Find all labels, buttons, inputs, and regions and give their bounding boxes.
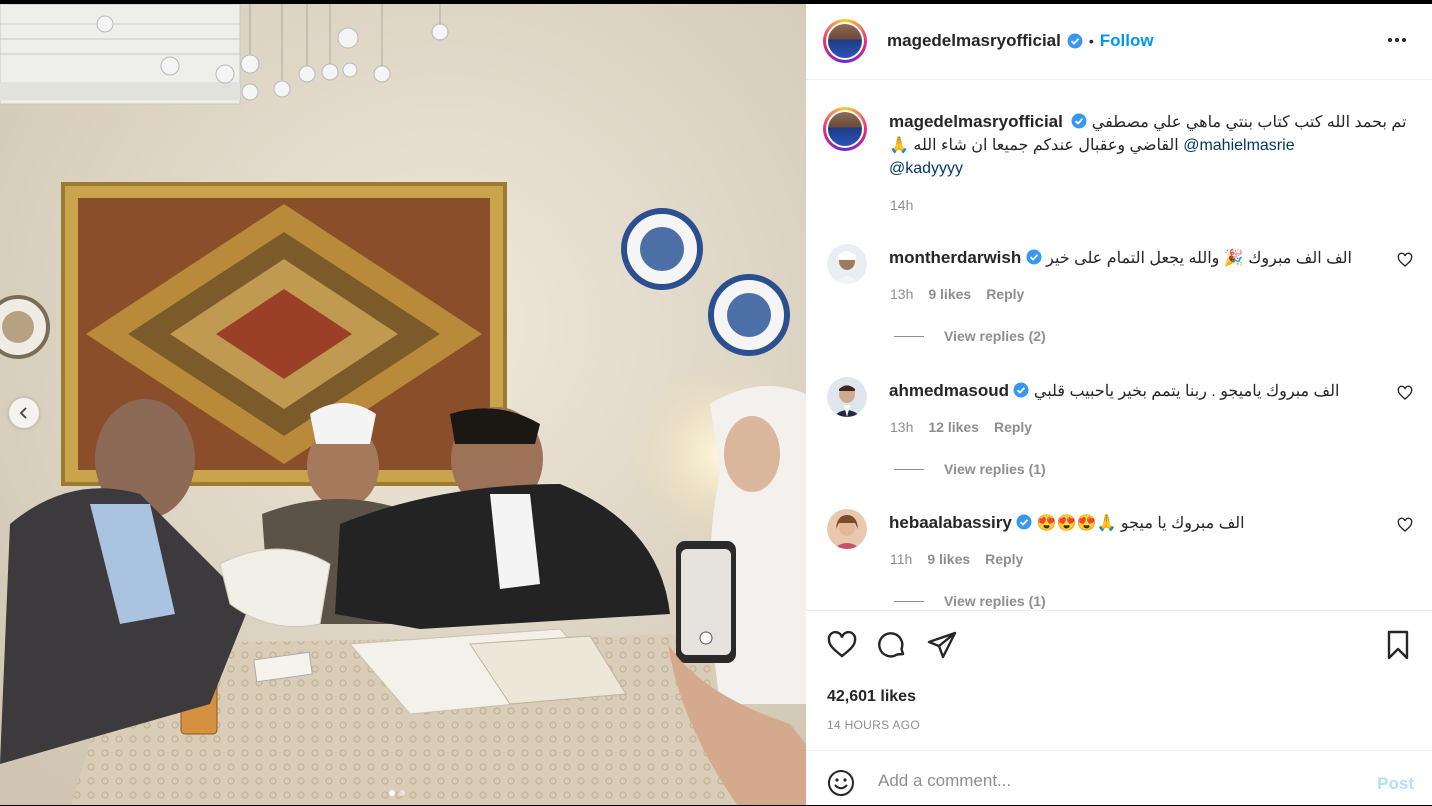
commenter-username[interactable]: montherdarwish	[889, 248, 1021, 267]
comment-content: ahmedmasoud الف مبروك ياميجو . ربنا يتمم…	[889, 380, 1379, 403]
comment-likes[interactable]: 9 likes	[927, 551, 970, 567]
comment-likes[interactable]: 12 likes	[928, 419, 979, 435]
post-side-panel: magedelmasryofficial • Follow magedelmas…	[806, 4, 1432, 805]
carousel-dot-active	[389, 790, 395, 796]
post-comment-button[interactable]: Post	[1377, 774, 1414, 794]
chevron-left-icon	[19, 407, 27, 419]
caption-mention[interactable]: @mahielmasrie	[1183, 137, 1294, 154]
comment-item: hebaalabassiry الف مبروك يا ميجو 🙏😍😍😍 11…	[806, 509, 1432, 610]
post-timestamp[interactable]: 14 HOURS AGO	[827, 718, 920, 732]
caption-author-avatar[interactable]	[823, 107, 867, 151]
author-info: magedelmasryofficial • Follow	[887, 31, 1154, 51]
comment-composer: Post	[806, 750, 1432, 806]
verified-badge-icon	[1016, 514, 1032, 530]
comment-reply-button[interactable]: Reply	[985, 551, 1023, 567]
comment-text: الف مبروك يا ميجو 🙏😍😍😍	[1036, 515, 1245, 532]
verified-badge-icon	[1067, 33, 1083, 49]
carousel-dot	[399, 790, 405, 796]
commenter-avatar[interactable]	[827, 244, 867, 284]
paper-plane-icon[interactable]	[926, 629, 958, 661]
emoji-smiley-icon[interactable]	[827, 769, 855, 797]
post-caption: magedelmasryofficial تم بحمد الله كتب كت…	[889, 110, 1409, 180]
author-username[interactable]: magedelmasryofficial	[887, 31, 1061, 51]
view-replies-button[interactable]: View replies (1)	[894, 593, 1046, 609]
caption-timestamp[interactable]: 14h	[890, 197, 913, 213]
post-photo	[0, 4, 806, 805]
comment-time[interactable]: 11h	[890, 551, 912, 567]
comment-heart-icon[interactable]	[1397, 385, 1413, 401]
caption-username[interactable]: magedelmasryofficial	[889, 112, 1063, 131]
post-actions: 42,601 likes 14 HOURS AGO	[806, 610, 1432, 751]
comment-likes[interactable]: 9 likes	[928, 286, 971, 302]
comment-item: ahmedmasoud الف مبروك ياميجو . ربنا يتمم…	[806, 377, 1432, 507]
comment-reply-button[interactable]: Reply	[986, 286, 1024, 302]
separator-bullet: •	[1088, 33, 1094, 49]
view-replies-button[interactable]: View replies (1)	[894, 461, 1046, 477]
likes-count[interactable]: 42,601 likes	[827, 688, 916, 706]
comment-meta: 13h 12 likes Reply	[890, 419, 1032, 435]
comment-time[interactable]: 13h	[890, 419, 913, 435]
author-avatar[interactable]	[823, 19, 867, 63]
comment-heart-icon[interactable]	[1397, 252, 1413, 268]
comment-content: hebaalabassiry الف مبروك يا ميجو 🙏😍😍😍	[889, 512, 1379, 535]
verified-badge-icon	[1026, 249, 1042, 265]
verified-badge-icon	[1013, 382, 1029, 398]
carousel-indicator	[389, 790, 405, 796]
commenter-avatar[interactable]	[827, 509, 867, 549]
post-header: magedelmasryofficial • Follow	[806, 4, 1432, 80]
comment-meta: 11h 9 likes Reply	[890, 551, 1023, 567]
comment-item: montherdarwish الف الف مبروك 🎉 والله يجع…	[806, 244, 1432, 374]
comment-text: الف مبروك ياميجو . ربنا يتمم بخير ياحبيب…	[1033, 383, 1340, 400]
commenter-avatar[interactable]	[827, 377, 867, 417]
comment-text: الف الف مبروك 🎉 والله يجعل التمام على خي…	[1046, 250, 1352, 267]
heart-icon[interactable]	[826, 629, 858, 661]
comments-scroll-area[interactable]: magedelmasryofficial تم بحمد الله كتب كت…	[806, 80, 1432, 610]
commenter-username[interactable]: ahmedmasoud	[889, 381, 1009, 400]
comment-time[interactable]: 13h	[890, 286, 913, 302]
more-options-icon[interactable]	[1388, 32, 1412, 48]
caption-mention[interactable]: @kadyyyy	[889, 160, 963, 177]
verified-badge-icon	[1071, 113, 1087, 129]
comment-content: montherdarwish الف الف مبروك 🎉 والله يجع…	[889, 247, 1379, 270]
carousel-prev-button[interactable]	[9, 398, 39, 428]
bookmark-icon[interactable]	[1382, 629, 1414, 661]
view-replies-label: View replies (1)	[944, 593, 1046, 609]
comment-input[interactable]	[876, 765, 1360, 797]
comment-reply-button[interactable]: Reply	[994, 419, 1032, 435]
view-replies-button[interactable]: View replies (2)	[894, 328, 1046, 344]
view-replies-label: View replies (1)	[944, 461, 1046, 477]
comment-meta: 13h 9 likes Reply	[890, 286, 1024, 302]
comment-heart-icon[interactable]	[1397, 517, 1413, 533]
view-replies-label: View replies (2)	[944, 328, 1046, 344]
follow-button[interactable]: Follow	[1100, 31, 1154, 51]
commenter-username[interactable]: hebaalabassiry	[889, 513, 1012, 532]
comment-bubble-icon[interactable]	[876, 629, 908, 661]
